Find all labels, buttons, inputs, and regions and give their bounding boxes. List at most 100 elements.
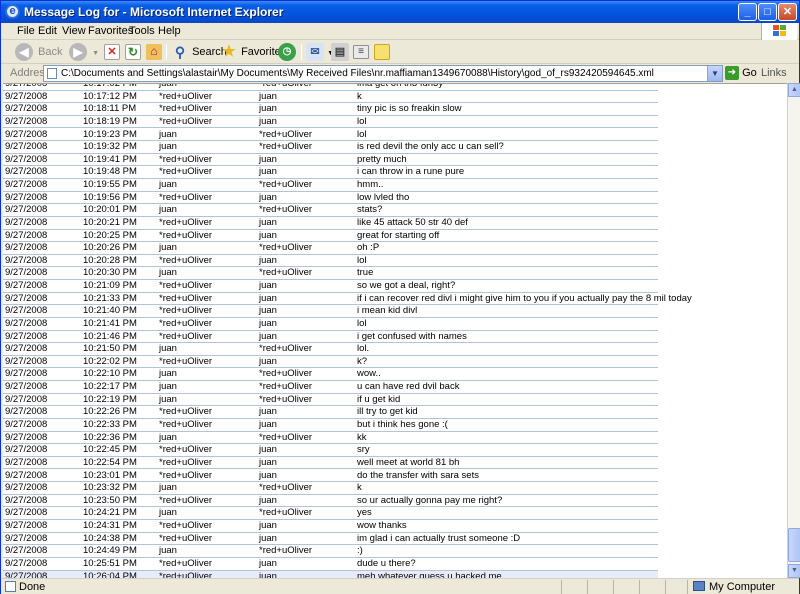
- cell-message: pretty much: [357, 153, 407, 165]
- stop-button[interactable]: ✕: [104, 42, 120, 62]
- cell-message: k: [357, 90, 362, 102]
- back-button[interactable]: ◀ Back ▼: [15, 42, 77, 62]
- history-button[interactable]: ◷: [278, 42, 296, 62]
- cell-date: 9/27/2008: [5, 532, 48, 544]
- address-input[interactable]: C:\Documents and Settings\alastair\My Do…: [43, 65, 723, 82]
- table-row: 9/27/2008 10:22:33 PM *red+uOliver juan but …: [3, 419, 658, 432]
- cell-time: 10:20:28 PM: [83, 254, 137, 266]
- cell-message: so we got a deal, right?: [357, 280, 456, 292]
- address-bar: Address C:\Documents and Settings\alasta…: [1, 64, 799, 83]
- cell-to: juan: [259, 419, 277, 430]
- cell-time: 10:22:17 PM: [83, 381, 137, 393]
- cell-to: juan: [259, 153, 277, 165]
- menu-tools[interactable]: Tools: [129, 25, 155, 37]
- page-status-icon: [5, 581, 16, 592]
- links-button[interactable]: Links: [761, 67, 787, 79]
- security-zone: My Computer: [693, 581, 775, 593]
- address-url[interactable]: C:\Documents and Settings\alastair\My Do…: [61, 68, 701, 79]
- menu-bar: File Edit View Favorites Tools Help: [1, 23, 799, 40]
- close-button[interactable]: ✕: [778, 3, 797, 21]
- maximize-button[interactable]: □: [758, 3, 777, 21]
- home-button[interactable]: ⌂: [146, 42, 162, 62]
- table-row: 9/27/2008 10:19:55 PM juan *red+uOliver hmm.…: [3, 179, 658, 192]
- windows-logo-icon: [761, 23, 797, 40]
- mail-icon: ✉: [306, 43, 324, 62]
- cell-from: juan: [159, 179, 177, 191]
- table-row: 9/27/2008 10:24:31 PM *red+uOliver juan wow …: [3, 520, 658, 533]
- messenger-button[interactable]: [374, 42, 390, 62]
- cell-to: juan: [259, 191, 277, 203]
- cell-to: juan: [259, 494, 277, 506]
- cell-from: *red+uOliver: [159, 216, 213, 228]
- message-log-view[interactable]: 9/27/2008 10:17:02 PM juan *red+uOliver ima …: [3, 83, 787, 578]
- cell-message: if i can recover red divl i might give h…: [357, 292, 692, 304]
- cell-message: u can have red dvil back: [357, 381, 460, 393]
- scroll-thumb[interactable]: [788, 528, 800, 562]
- menu-favorites[interactable]: Favorites: [88, 25, 133, 37]
- print-button[interactable]: ▤: [331, 42, 349, 62]
- cell-time: 10:18:11 PM: [83, 103, 137, 115]
- cell-from: juan: [159, 507, 177, 519]
- go-button[interactable]: ➜ Go: [725, 66, 757, 82]
- cell-date: 9/27/2008: [5, 103, 48, 115]
- table-row: 9/27/2008 10:26:04 PM *red+uOliver juan meh …: [3, 570, 658, 578]
- cell-from: *red+uOliver: [159, 494, 213, 506]
- cell-date: 9/27/2008: [5, 343, 48, 355]
- table-row: 9/27/2008 10:23:32 PM juan *red+uOliver k: [3, 482, 658, 495]
- cell-message: :): [357, 545, 363, 557]
- forward-dropdown-icon[interactable]: ▼: [92, 50, 99, 57]
- cell-date: 9/27/2008: [5, 305, 48, 317]
- table-row: 9/27/2008 10:18:11 PM *red+uOliver juan tiny…: [3, 103, 658, 116]
- table-row: 9/27/2008 10:19:56 PM *red+uOliver juan low …: [3, 192, 658, 205]
- stop-icon: ✕: [104, 44, 120, 61]
- ie-logo-icon: e: [5, 4, 20, 19]
- cell-date: 9/27/2008: [5, 153, 48, 165]
- cell-message: stats?: [357, 204, 383, 216]
- page-icon: [47, 68, 57, 79]
- menu-help[interactable]: Help: [158, 25, 181, 37]
- cell-time: 10:24:38 PM: [83, 532, 137, 544]
- favorites-button[interactable]: ★ Favorites: [220, 42, 286, 62]
- address-dropdown-icon[interactable]: ▼: [707, 66, 722, 81]
- cell-to: juan: [259, 532, 277, 544]
- table-row: 9/27/2008 10:19:32 PM juan *red+uOliver is r…: [3, 141, 658, 154]
- cell-date: 9/27/2008: [5, 520, 48, 532]
- search-button[interactable]: ⚲ Search: [171, 42, 227, 62]
- title-bar[interactable]: e Message Log for - Microsoft Internet E…: [1, 1, 799, 23]
- cell-date: 9/27/2008: [5, 229, 48, 241]
- forward-button[interactable]: ▶ ▼: [69, 42, 99, 62]
- edit-button[interactable]: ≡: [353, 42, 369, 62]
- scroll-up-icon[interactable]: ▲: [788, 83, 800, 97]
- menu-view[interactable]: View: [62, 25, 86, 37]
- table-row: 9/27/2008 10:24:49 PM juan *red+uOliver:): [3, 545, 658, 558]
- menu-edit[interactable]: Edit: [38, 25, 57, 37]
- minimize-button[interactable]: _: [738, 3, 757, 21]
- cell-from: *red+uOliver: [159, 444, 213, 456]
- mail-button[interactable]: ✉ ▼: [306, 42, 334, 62]
- cell-from: *red+uOliver: [159, 280, 213, 292]
- cell-to: juan: [259, 115, 277, 127]
- cell-time: 10:20:01 PM: [83, 204, 137, 216]
- cell-message: i mean kid divl: [357, 305, 418, 317]
- cell-date: 9/27/2008: [5, 431, 48, 443]
- scroll-down-icon[interactable]: ▼: [788, 564, 800, 578]
- cell-message: but i think hes gone :(: [357, 419, 448, 430]
- cell-from: *red+uOliver: [159, 532, 213, 544]
- cell-to: juan: [259, 406, 277, 418]
- cell-time: 10:22:33 PM: [83, 419, 137, 430]
- cell-from: *red+uOliver: [159, 305, 213, 317]
- status-divider: [665, 580, 666, 594]
- cell-message: dude u there?: [357, 557, 416, 569]
- menu-file[interactable]: File: [17, 25, 35, 37]
- cell-to: juan: [259, 469, 277, 481]
- home-icon: ⌂: [146, 44, 162, 61]
- refresh-button[interactable]: ↻: [125, 42, 141, 62]
- table-row: 9/27/2008 10:19:23 PM juan *red+uOliver lol: [3, 129, 658, 142]
- cell-time: 10:20:21 PM: [83, 216, 137, 228]
- cell-time: 10:20:25 PM: [83, 229, 137, 241]
- cell-message: lol: [357, 128, 367, 140]
- cell-message: im glad i can actually trust someone :D: [357, 532, 521, 544]
- cell-to: juan: [259, 216, 277, 228]
- cell-from: *red+uOliver: [159, 570, 213, 578]
- vertical-scrollbar[interactable]: ▲ ▼: [787, 83, 800, 578]
